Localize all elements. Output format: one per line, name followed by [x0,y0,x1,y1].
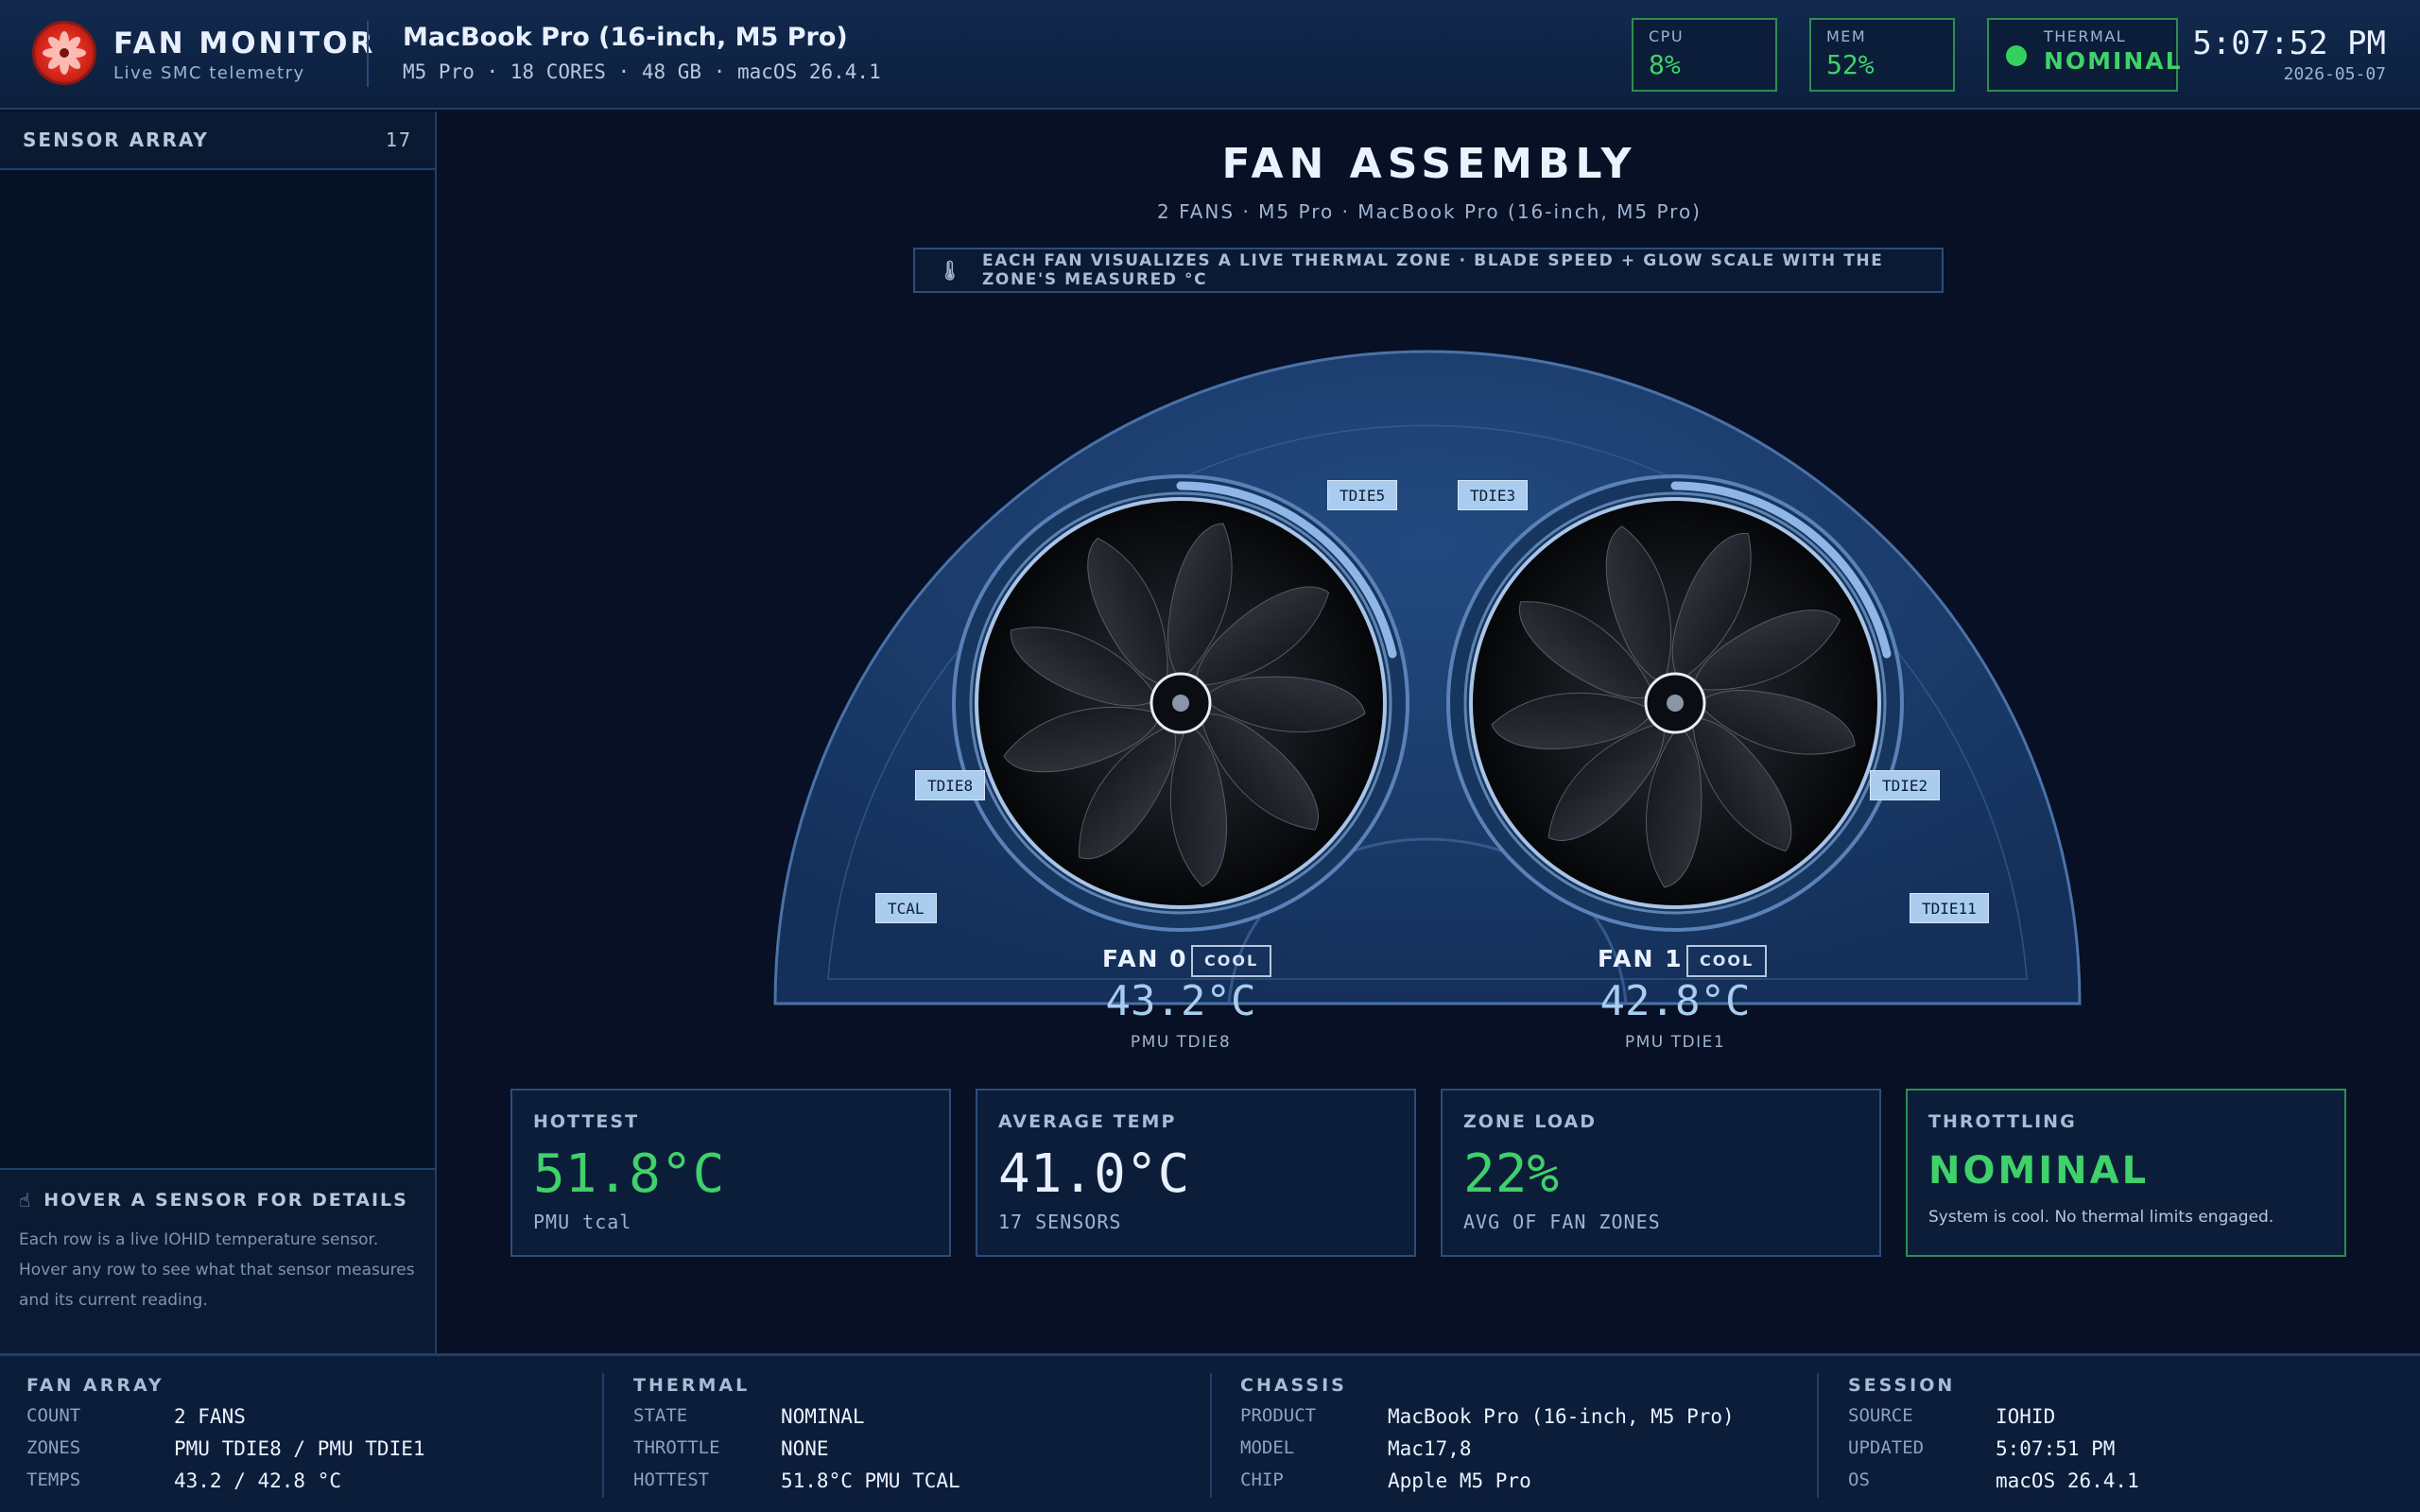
average-temp-value: 41.0°C [998,1143,1190,1205]
footer-key: TEMPS [26,1469,81,1490]
footer-divider [602,1373,604,1498]
footer-key: PRODUCT [1240,1405,1317,1426]
footer-fan-array-title: FAN ARRAY [26,1375,164,1396]
throttling-card: THROTTLING NOMINAL System is cool. No th… [1906,1089,2346,1257]
sensor-help-panel: ☝ HOVER A SENSOR FOR DETAILS Each row is… [0,1168,435,1353]
zone-load-label: ZONE LOAD [1463,1111,1597,1132]
average-temp-card: AVERAGE TEMP 41.0°C 17 SENSORS [976,1089,1416,1257]
fan-1-state-badge: COOL [1686,945,1768,977]
footer-key: CHIP [1240,1469,1284,1490]
fan-1-zone: PMU TDIE1 [1624,1033,1726,1052]
hottest-card: HOTTEST 51.8°C PMU tcal [510,1089,951,1257]
fan-0-label: FAN 0 [1102,945,1188,972]
pointer-hand-icon: ☝ [19,1189,33,1211]
footer-key: SOURCE [1848,1405,1913,1426]
footer-key: OS [1848,1469,1870,1490]
average-temp-sub: 17 SENSORS [998,1211,1122,1233]
footer-divider [1817,1373,1819,1498]
throttling-value: NOMINAL [1928,1149,2150,1193]
fan-assembly-graphic [773,350,2082,1005]
footer-key: THROTTLE [633,1437,720,1458]
sensor-tag-tcal[interactable]: TCAL [875,893,937,923]
footer-value: 5:07:51 PM [1996,1437,2116,1460]
sensor-tag-tdie11[interactable]: TDIE11 [1910,893,1989,923]
footer-thermal: THERMAL STATE NOMINAL THROTTLE NONE HOTTES… [633,1375,1201,1492]
footer-fan-array: FAN ARRAY COUNT 2 FANS ZONES PMU TDIE8 / P… [26,1375,594,1492]
sensor-tag-tdie8[interactable]: TDIE8 [915,770,986,800]
footer-value: IOHID [1996,1405,2056,1428]
footer-session-title: SESSION [1848,1375,1956,1396]
throttling-sub: System is cool. No thermal limits engage… [1928,1208,2274,1227]
zone-load-card: ZONE LOAD 22% AVG OF FAN ZONES [1441,1089,1881,1257]
zone-load-value: 22% [1463,1143,1560,1205]
footer-value: macOS 26.4.1 [1996,1469,2139,1492]
zone-load-sub: AVG OF FAN ZONES [1463,1211,1661,1233]
fan-0-graphic [952,474,1409,932]
footer-key: HOTTEST [633,1469,710,1490]
footer-session: SESSION SOURCE IOHID UPDATED 5:07:51 PM OS… [1848,1375,2415,1492]
hottest-label: HOTTEST [533,1111,640,1132]
footer-key: MODEL [1240,1437,1295,1458]
fan-1-temp: 42.8°C [1599,977,1751,1025]
footer-value: 51.8°C PMU TCAL [781,1469,960,1492]
fan-0-state-badge: COOL [1191,945,1272,977]
footer-value: 2 FANS [174,1405,246,1428]
footer-thermal-title: THERMAL [633,1375,751,1396]
hottest-sensor: PMU tcal [533,1211,632,1233]
footer-key: STATE [633,1405,688,1426]
sensor-tag-tdie5[interactable]: TDIE5 [1327,480,1398,510]
footer-value: NOMINAL [781,1405,865,1428]
footer-key: UPDATED [1848,1437,1925,1458]
help-title: HOVER A SENSOR FOR DETAILS [43,1190,408,1211]
sensor-tag-tdie2[interactable]: TDIE2 [1870,770,1941,800]
footer-key: COUNT [26,1405,81,1426]
footer-divider [1210,1373,1212,1498]
fan-0-temp: 43.2°C [1105,977,1256,1025]
fan-0-zone: PMU TDIE8 [1130,1033,1232,1052]
footer-value: MacBook Pro (16-inch, M5 Pro) [1388,1405,1735,1428]
footer-key: ZONES [26,1437,81,1458]
footer-chassis: CHASSIS PRODUCT MacBook Pro (16-inch, M5 … [1240,1375,1807,1492]
footer-value: Apple M5 Pro [1388,1469,1531,1492]
footer-chassis-title: CHASSIS [1240,1375,1347,1396]
footer-value: NONE [781,1437,829,1460]
average-temp-label: AVERAGE TEMP [998,1111,1177,1132]
help-text: Each row is a live IOHID temperature sen… [19,1230,415,1310]
throttling-label: THROTTLING [1928,1111,2077,1132]
footer-value: 43.2 / 42.8 °C [174,1469,342,1492]
footer-value: Mac17,8 [1388,1437,1472,1460]
sensor-tag-tdie3[interactable]: TDIE3 [1458,480,1529,510]
fan-1-label: FAN 1 [1598,945,1684,972]
hottest-value: 51.8°C [533,1143,725,1205]
footer-value: PMU TDIE8 / PMU TDIE1 [174,1437,425,1460]
fan-1-graphic [1446,474,1904,932]
status-footer: FAN ARRAY COUNT 2 FANS ZONES PMU TDIE8 / P… [0,1353,2420,1512]
